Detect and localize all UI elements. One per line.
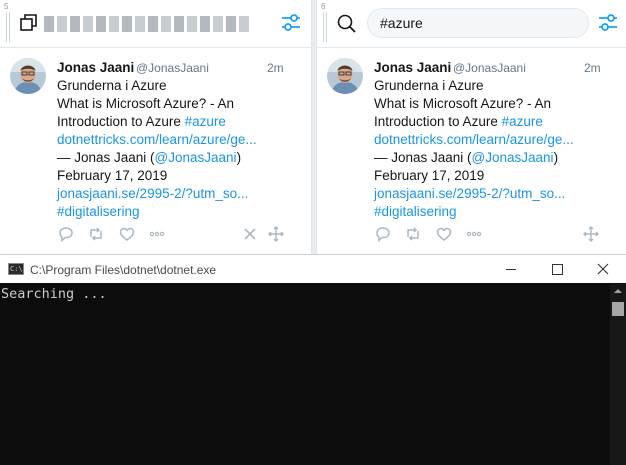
console-titlebar[interactable]: C:\ C:\Program Files\dotnet\dotnet.exe: [0, 254, 626, 283]
hashtag-link[interactable]: #azure: [185, 114, 226, 129]
tweet-line: Grunderna i Azure: [57, 78, 167, 93]
scroll-thumb[interactable]: [612, 302, 624, 316]
minimize-button[interactable]: [488, 255, 534, 284]
heart-icon[interactable]: [435, 225, 453, 243]
column-header: 6 #azure: [317, 0, 626, 48]
tweet-author-handle[interactable]: @JonasJaani: [136, 61, 209, 75]
console-output-area[interactable]: Searching ...: [0, 284, 610, 465]
drag-grip[interactable]: [6, 12, 10, 42]
tweet-line: — Jonas Jaani (@JonasJaani): [374, 150, 559, 165]
url-link[interactable]: dotnettricks.com/learn/azure/ge...: [374, 131, 574, 149]
tweet-line: February 17, 2019: [374, 168, 485, 183]
console-app-icon: C:\: [8, 263, 24, 275]
tweet-text: Grunderna i Azure What is Microsoft Azur…: [57, 77, 257, 221]
mention-link[interactable]: @JonasJaani: [472, 150, 554, 165]
console-output-line: Searching ...: [1, 286, 107, 302]
tweet-actions: [57, 225, 297, 243]
console-title: C:\Program Files\dotnet\dotnet.exe: [30, 263, 217, 277]
move-icon[interactable]: [267, 225, 285, 243]
tweet-actions: [374, 225, 614, 243]
url-link[interactable]: dotnettricks.com/learn/azure/ge...: [57, 131, 257, 149]
blurred-column-title: [44, 16, 249, 32]
tweet-line: Introduction to Azure #azure: [374, 114, 543, 129]
tweet-author-name[interactable]: Jonas Jaani: [374, 60, 451, 75]
hashtag-link[interactable]: #digitalisering: [57, 203, 257, 221]
tweet-author-handle[interactable]: @JonasJaani: [453, 61, 526, 75]
hashtag-link[interactable]: #digitalisering: [374, 203, 574, 221]
tweet-line: What is Microsoft Azure? - An: [374, 96, 552, 111]
tweet[interactable]: Jonas Jaani @JonasJaani 2m Grunderna i A…: [317, 49, 626, 254]
console-scrollbar[interactable]: [610, 284, 626, 465]
column-6: 6 #azure Jonas Jaani @JonasJaani 2m Grun…: [316, 0, 626, 254]
drag-grip[interactable]: [323, 12, 327, 42]
url-link[interactable]: jonasjaani.se/2995-2/?utm_so...: [57, 185, 257, 203]
maximize-button[interactable]: [534, 255, 580, 284]
close-icon[interactable]: [241, 225, 259, 243]
hashtag-link[interactable]: #azure: [502, 114, 543, 129]
search-input[interactable]: #azure: [367, 8, 589, 38]
console-window: C:\ C:\Program Files\dotnet\dotnet.exe S…: [0, 254, 626, 465]
tweet-line: What is Microsoft Azure? - An: [57, 96, 235, 111]
scroll-up-arrow-icon[interactable]: [614, 289, 622, 293]
tweet-line: February 17, 2019: [57, 168, 168, 183]
tweet[interactable]: Jonas Jaani @JonasJaani 2m Grunderna i A…: [0, 49, 311, 254]
avatar[interactable]: [10, 58, 46, 94]
heart-icon[interactable]: [118, 225, 136, 243]
column-header: 5: [0, 0, 311, 48]
url-link[interactable]: jonasjaani.se/2995-2/?utm_so...: [374, 185, 574, 203]
tweet-line: — Jonas Jaani (@JonasJaani): [57, 150, 242, 165]
tweetdeck-columns: 5 Jonas Jaani @JonasJaani 2m Grunderna i…: [0, 0, 626, 254]
search-icon[interactable]: [335, 12, 357, 34]
column-5: 5 Jonas Jaani @JonasJaani 2m Grunderna i…: [0, 0, 312, 254]
reply-icon[interactable]: [374, 225, 392, 243]
retweet-icon[interactable]: [87, 225, 105, 243]
reply-icon[interactable]: [57, 225, 75, 243]
sliders-icon[interactable]: [597, 12, 619, 34]
tweet-timestamp[interactable]: 2m: [267, 61, 284, 75]
tweet-text: Grunderna i Azure What is Microsoft Azur…: [374, 77, 574, 221]
tweet-line: Grunderna i Azure: [374, 78, 484, 93]
mention-link[interactable]: @JonasJaani: [155, 150, 237, 165]
column-number: 6: [321, 2, 326, 11]
tweet-timestamp[interactable]: 2m: [584, 61, 601, 75]
move-icon[interactable]: [582, 225, 600, 243]
tweet-author-name[interactable]: Jonas Jaani: [57, 60, 134, 75]
more-icon[interactable]: [465, 225, 483, 243]
column-number: 5: [4, 2, 9, 11]
retweet-icon[interactable]: [404, 225, 422, 243]
sliders-icon[interactable]: [280, 12, 302, 34]
copy-icon[interactable]: [18, 12, 40, 34]
more-icon[interactable]: [148, 225, 166, 243]
close-window-button[interactable]: [580, 255, 626, 284]
tweet-line: Introduction to Azure #azure: [57, 114, 226, 129]
avatar[interactable]: [327, 58, 363, 94]
